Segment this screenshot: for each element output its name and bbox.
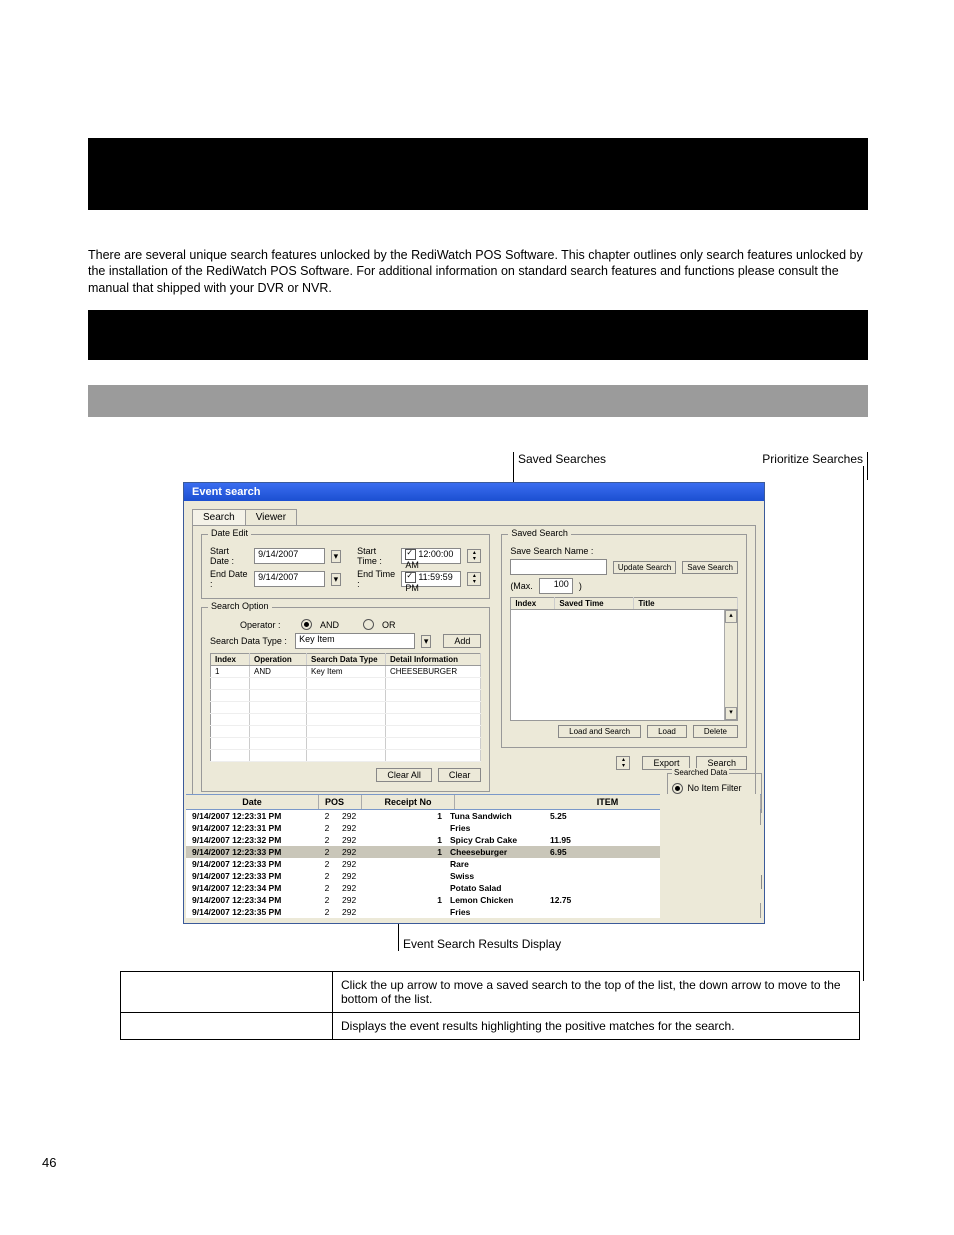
clear-button[interactable]: Clear: [438, 768, 482, 782]
criteria-row[interactable]: 1 AND Key Item CHEESEBURGER: [211, 666, 481, 678]
def-label-prioritize: [121, 972, 333, 1013]
col-date: Date: [186, 795, 319, 809]
end-date-label: End Date :: [210, 569, 248, 589]
delete-button[interactable]: Delete: [693, 725, 738, 738]
scroll-up-icon[interactable]: ▴: [725, 610, 737, 623]
def-label-results: [121, 1013, 333, 1040]
group-saved-search: Saved Search Save Search Name : Update S…: [501, 534, 747, 748]
end-date-field[interactable]: 9/14/2007: [254, 571, 324, 587]
group-search-option: Search Option Operator : AND OR Search D…: [201, 607, 490, 792]
start-date-field[interactable]: 9/14/2007: [254, 548, 324, 564]
load-and-search-button[interactable]: Load and Search: [558, 725, 641, 738]
dropdown-icon[interactable]: ▾: [421, 635, 432, 648]
load-button[interactable]: Load: [647, 725, 687, 738]
col-receipt: Receipt No: [362, 795, 455, 809]
save-name-input[interactable]: [510, 559, 607, 575]
section-heading-bar: [88, 310, 868, 360]
start-time-checkbox[interactable]: [405, 549, 416, 560]
col-title: Title: [634, 598, 738, 610]
saved-list-body[interactable]: ▴ ▾: [510, 610, 738, 721]
max-label: (Max.: [510, 581, 533, 591]
subsection-heading-bar: [88, 385, 868, 417]
add-button[interactable]: Add: [443, 634, 481, 648]
start-time-label: Start Time :: [357, 546, 395, 566]
group-title-search-option: Search Option: [208, 601, 272, 611]
col-pos: POS: [319, 795, 362, 809]
definitions-table: Click the up arrow to move a saved searc…: [120, 971, 860, 1040]
group-title-searched-data: Searched Data: [672, 768, 729, 777]
col-index: Index: [211, 654, 250, 666]
col-operation: Operation: [250, 654, 307, 666]
operator-label: Operator :: [240, 620, 295, 630]
intro-paragraph: There are several unique search features…: [88, 247, 868, 298]
def-text-results: Displays the event results highlighting …: [333, 1013, 860, 1040]
dropdown-icon[interactable]: ▾: [331, 550, 342, 563]
saved-list[interactable]: Index Saved Time Title: [510, 597, 738, 610]
radio-no-item-filter[interactable]: [672, 783, 683, 794]
radio-or[interactable]: [363, 619, 374, 630]
def-text-prioritize: Click the up arrow to move a saved searc…: [333, 972, 860, 1013]
start-time-field[interactable]: 12:00:00 AM: [401, 548, 461, 564]
tab-search[interactable]: Search: [192, 509, 246, 525]
spinner-icon[interactable]: ▴▾: [467, 572, 481, 586]
callout-saved-searches: Saved Searches: [513, 452, 606, 480]
chapter-heading-bar: [88, 138, 868, 210]
save-name-label: Save Search Name :: [510, 546, 593, 556]
dropdown-icon[interactable]: ▾: [331, 573, 342, 586]
no-item-filter-label: No Item Filter: [688, 783, 742, 793]
radio-or-label: OR: [382, 620, 396, 630]
criteria-grid[interactable]: Index Operation Search Data Type Detail …: [210, 653, 481, 762]
col-saved-time: Saved Time: [555, 598, 634, 610]
group-title-saved-search: Saved Search: [508, 528, 571, 538]
dialog-tabs: SearchViewer: [192, 509, 756, 525]
callout-prioritize-searches: Prioritize Searches: [713, 452, 868, 480]
col-index: Index: [511, 598, 555, 610]
radio-and[interactable]: [301, 619, 312, 630]
data-type-combo[interactable]: Key Item: [295, 633, 415, 649]
tab-viewer[interactable]: Viewer: [245, 509, 297, 525]
scroll-down-icon[interactable]: ▾: [725, 707, 737, 720]
prioritize-spinner-icon[interactable]: ▴▾: [616, 756, 630, 770]
max-input[interactable]: 100: [539, 578, 573, 594]
max-end: ): [579, 581, 582, 591]
data-type-label: Search Data Type :: [210, 636, 289, 646]
page-number: 46: [42, 1155, 56, 1170]
update-search-button[interactable]: Update Search: [613, 561, 676, 574]
end-time-label: End Time :: [357, 569, 395, 589]
col-detail: Detail Information: [386, 654, 481, 666]
group-title-date-edit: Date Edit: [208, 528, 251, 538]
end-time-checkbox[interactable]: [405, 572, 416, 583]
group-date-edit: Date Edit Start Date : 9/14/2007▾ Start …: [201, 534, 490, 599]
clear-all-button[interactable]: Clear All: [376, 768, 432, 782]
end-time-field[interactable]: 11:59:59 PM: [401, 571, 461, 587]
save-search-button[interactable]: Save Search: [682, 561, 738, 574]
col-data-type: Search Data Type: [307, 654, 386, 666]
radio-and-label: AND: [320, 620, 339, 630]
spinner-icon[interactable]: ▴▾: [467, 549, 481, 563]
callout-results-display: Event Search Results Display: [398, 937, 561, 951]
dialog-title: Event search: [184, 483, 764, 501]
start-date-label: Start Date :: [210, 546, 248, 566]
